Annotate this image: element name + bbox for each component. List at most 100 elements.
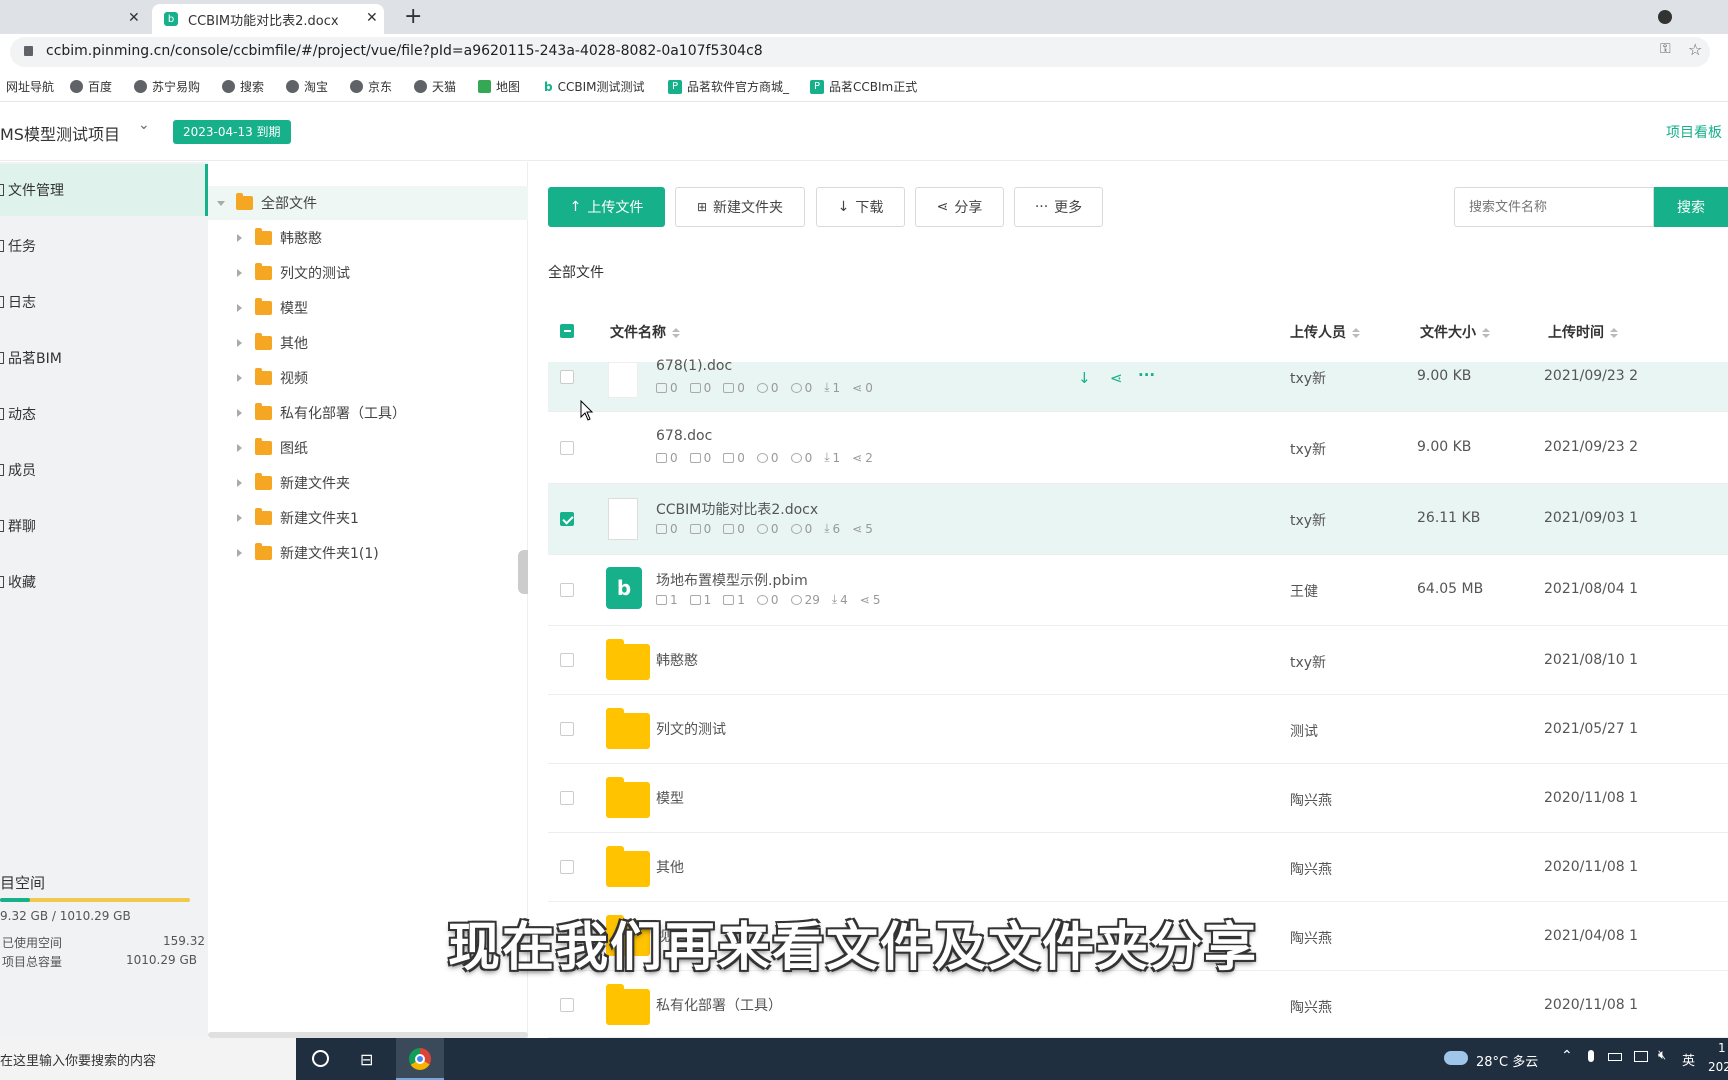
bookmark-item[interactable]: 搜索 [222, 78, 264, 95]
table-row[interactable]: 678.doc 0 0 0 0 0 ⤓ 1 ⋖ 2 txy新 9.00 KB 202… [548, 413, 1728, 484]
table-row[interactable]: b 场地布置模型示例.pbim 1 1 1 0 29 ⤓ 4 ⋖ 5 王健 64.0… [548, 555, 1728, 626]
browser-tab-previous[interactable]: ✕ [0, 4, 148, 34]
file-name[interactable]: 678(1).doc [656, 358, 732, 374]
caret-right-icon[interactable] [237, 339, 242, 347]
bookmark-item[interactable]: 百度 [70, 78, 112, 95]
row-download-icon[interactable]: ↓ [1078, 369, 1091, 387]
tree-folder[interactable]: 新建文件夹1(1) [208, 536, 528, 570]
tree-folder[interactable]: 图纸 [208, 431, 528, 465]
ime-indicator[interactable]: 英 [1682, 1050, 1695, 1069]
browser-tab-active[interactable]: b CCBIM功能对比表2.docx ✕ [152, 4, 384, 34]
column-header-size[interactable]: 文件大小 [1420, 322, 1490, 342]
sort-icon[interactable] [1482, 328, 1490, 338]
caret-down-icon[interactable] [217, 200, 225, 206]
sidebar-item-tasks[interactable]: 任务 [0, 220, 208, 272]
row-checkbox[interactable] [560, 512, 574, 526]
row-checkbox[interactable] [560, 998, 574, 1012]
tree-folder[interactable]: 新建文件夹 [208, 466, 528, 500]
sidebar-item-files[interactable]: 文件管理 [0, 164, 208, 216]
caret-right-icon[interactable] [237, 374, 242, 382]
sidebar-item-activity[interactable]: 动态 [0, 388, 208, 440]
bookmark-item[interactable]: P 品茗软件官方商城_ [668, 78, 789, 95]
network-icon[interactable] [1634, 1051, 1648, 1062]
sort-icon[interactable] [1352, 328, 1360, 338]
bookmark-item[interactable]: 网址导航 [6, 78, 54, 95]
row-checkbox[interactable] [560, 791, 574, 805]
project-name[interactable]: MS模型测试项目 [0, 121, 120, 145]
tree-folder[interactable]: 视频 [208, 361, 528, 395]
search-button[interactable]: 搜索 [1654, 187, 1728, 227]
folder-name[interactable]: 列文的测试 [656, 719, 726, 739]
chevron-down-icon[interactable]: ⌄ [138, 117, 150, 133]
bookmark-item[interactable]: 京东 [350, 78, 392, 95]
clock-date[interactable]: 202 [1708, 1060, 1728, 1074]
file-name[interactable]: CCBIM功能对比表2.docx [656, 499, 818, 519]
column-header-time[interactable]: 上传时间 [1548, 322, 1618, 342]
bookmark-item[interactable]: 苏宁易购 [134, 78, 200, 95]
tab-search-icon[interactable] [1658, 10, 1672, 24]
tree-folder[interactable]: 其他 [208, 326, 528, 360]
caret-right-icon[interactable] [237, 409, 242, 417]
sidebar-item-members[interactable]: 成员 [0, 444, 208, 496]
row-more-icon[interactable]: ··· [1138, 366, 1155, 384]
tree-folder[interactable]: 新建文件夹1 [208, 501, 528, 535]
panel-collapse-handle[interactable] [518, 550, 528, 594]
table-row[interactable]: 678(1).doc 0 0 0 0 0 ⤓ 1 ⋖ 0 ↓ ⋖ ··· txy新 … [548, 358, 1728, 412]
table-row-folder[interactable]: 私有化部署（工具） 陶兴燕 2020/11/08 1 [548, 971, 1728, 1038]
bookmark-item[interactable]: 地图 [478, 78, 520, 95]
tray-chevron-up-icon[interactable]: ⌃ [1561, 1048, 1573, 1064]
caret-right-icon[interactable] [237, 234, 242, 242]
microphone-icon[interactable] [1588, 1050, 1594, 1062]
new-folder-button[interactable]: ⊞ 新建文件夹 [675, 187, 805, 227]
battery-icon[interactable] [1608, 1053, 1622, 1061]
new-tab-icon[interactable]: + [404, 4, 422, 29]
caret-right-icon[interactable] [237, 269, 242, 277]
sort-icon[interactable] [672, 328, 680, 338]
row-checkbox[interactable] [560, 583, 574, 597]
sidebar-item-favorites[interactable]: 收藏 [0, 556, 208, 608]
tree-folder[interactable]: 韩憨憨 [208, 221, 528, 255]
row-checkbox[interactable] [560, 722, 574, 736]
row-checkbox[interactable] [560, 370, 574, 384]
folder-name[interactable]: 模型 [656, 788, 684, 808]
task-view-icon[interactable]: ⊟ [360, 1050, 373, 1069]
select-all-checkbox[interactable] [560, 324, 574, 338]
close-icon[interactable]: ✕ [366, 10, 378, 26]
download-button[interactable]: ↓ 下载 [816, 187, 905, 227]
star-icon[interactable]: ☆ [1688, 40, 1702, 59]
clock-time[interactable]: 1 [1718, 1041, 1726, 1055]
sort-icon[interactable] [1610, 328, 1618, 338]
sidebar-item-logs[interactable]: 日志 [0, 276, 208, 328]
table-row-folder[interactable]: 模型 陶兴燕 2020/11/08 1 [548, 764, 1728, 833]
bookmark-item[interactable]: 天猫 [414, 78, 456, 95]
chrome-taskbar-button[interactable] [396, 1038, 444, 1080]
table-row-folder[interactable]: 其他 陶兴燕 2020/11/08 1 [548, 833, 1728, 902]
cortana-icon[interactable] [312, 1050, 329, 1067]
search-input[interactable] [1454, 187, 1654, 227]
tree-folder[interactable]: 模型 [208, 291, 528, 325]
folder-name[interactable]: 韩憨憨 [656, 650, 698, 670]
tree-root[interactable]: 全部文件 [208, 186, 528, 220]
folder-name[interactable]: 私有化部署（工具） [656, 995, 782, 1015]
caret-right-icon[interactable] [237, 479, 242, 487]
file-name[interactable]: 678.doc [656, 428, 712, 444]
tree-folder[interactable]: 私有化部署（工具） [208, 396, 528, 430]
row-checkbox[interactable] [560, 860, 574, 874]
caret-right-icon[interactable] [237, 304, 242, 312]
folder-name[interactable]: 其他 [656, 857, 684, 877]
upload-button[interactable]: ↑ 上传文件 [548, 187, 665, 227]
file-name[interactable]: 场地布置模型示例.pbim [656, 570, 808, 590]
bookmark-item[interactable]: b CCBIM测试测试 [544, 78, 644, 95]
row-checkbox[interactable] [560, 653, 574, 667]
key-icon[interactable]: ⚿ [1660, 41, 1671, 57]
close-icon[interactable]: ✕ [128, 10, 140, 26]
bookmark-item[interactable]: P 品茗CCBIm正式 [810, 78, 917, 95]
project-board-link[interactable]: 项目看板 [1666, 122, 1722, 142]
volume-icon[interactable]: 🔇︎ [1658, 1048, 1666, 1063]
taskbar-search-box[interactable]: 在这里输入你要搜索的内容 [0, 1038, 296, 1080]
breadcrumb[interactable]: 全部文件 [548, 262, 604, 282]
sidebar-item-bim[interactable]: 品茗BIM [0, 332, 208, 384]
more-button[interactable]: ··· 更多 [1014, 187, 1103, 227]
caret-right-icon[interactable] [237, 514, 242, 522]
caret-right-icon[interactable] [237, 444, 242, 452]
